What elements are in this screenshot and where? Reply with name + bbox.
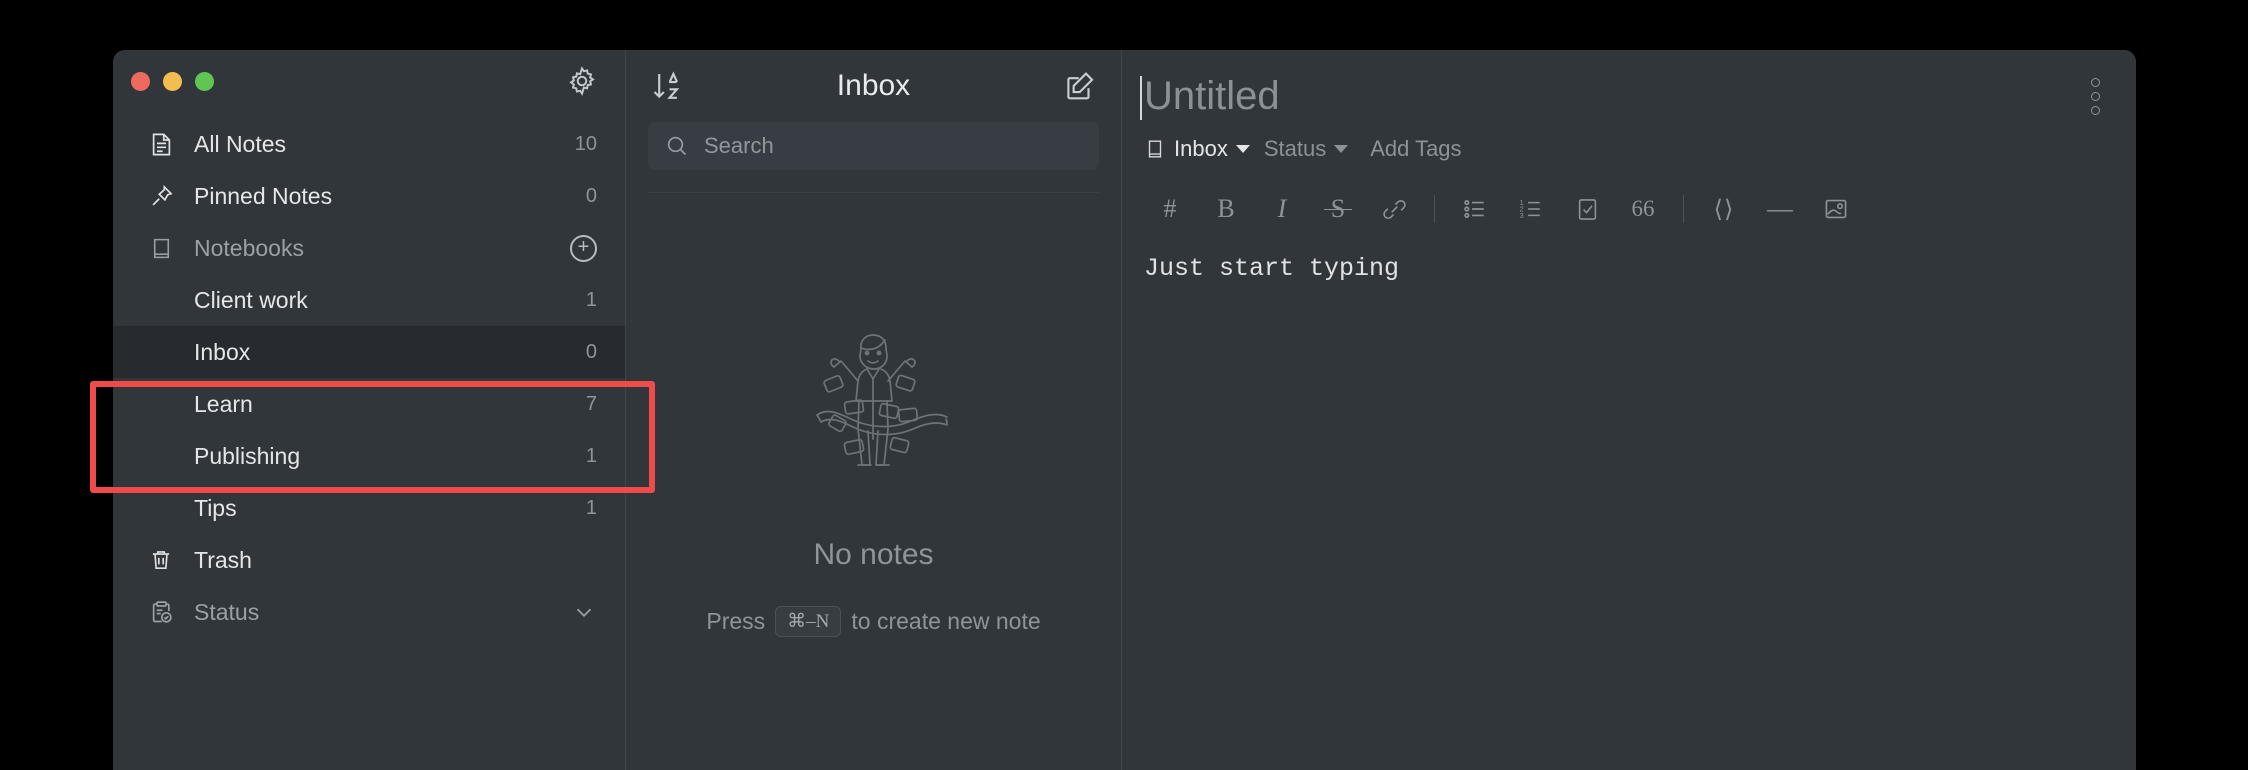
- document-icon: [146, 129, 176, 159]
- sidebar-item-count: 10: [575, 133, 597, 156]
- sidebar-topbar: [113, 50, 625, 112]
- kebab-dot: [2091, 78, 2100, 87]
- kebab-dot: [2091, 92, 2100, 101]
- add-notebook-button[interactable]: +: [570, 235, 597, 262]
- sidebar-item-count: 1: [577, 289, 597, 312]
- sidebar-item-tips[interactable]: Tips 1: [113, 482, 625, 534]
- more-vertical-icon[interactable]: [2091, 78, 2100, 115]
- kebab-dot: [2091, 106, 2100, 115]
- empty-hint-before: Press: [706, 608, 765, 635]
- sidebar-item-client-work[interactable]: Client work 1: [113, 274, 625, 326]
- empty-state-hint: Press ⌘–N to create new note: [706, 606, 1040, 637]
- strike-line: [1324, 209, 1352, 210]
- svg-text:3: 3: [1520, 211, 1524, 220]
- empty-state: No notes Press ⌘–N to create new note: [626, 193, 1121, 770]
- quote-icon[interactable]: 66: [1615, 188, 1671, 230]
- note-meta-row: Inbox Status Add Tags: [1140, 136, 2118, 162]
- note-body-placeholder[interactable]: Just start typing: [1140, 254, 2118, 283]
- sidebar-item-count: 1: [577, 497, 597, 520]
- search-box[interactable]: [648, 122, 1099, 170]
- editor-top: Untitled: [1140, 50, 2118, 120]
- sidebar-section-notebooks[interactable]: Notebooks +: [113, 222, 625, 274]
- close-window-button[interactable]: [131, 72, 150, 91]
- pin-icon: [146, 181, 176, 211]
- sidebar-item-label: Inbox: [194, 339, 577, 366]
- note-title-placeholder: Untitled: [1144, 74, 1280, 118]
- add-tags-label: Add Tags: [1370, 136, 1461, 162]
- sidebar-section-label: Status: [194, 599, 571, 626]
- numbered-list-icon[interactable]: 1 2 3: [1503, 188, 1559, 230]
- strikethrough-icon[interactable]: S: [1310, 188, 1366, 230]
- sidebar-item-inbox[interactable]: Inbox 0: [113, 326, 625, 378]
- text-caret: [1140, 76, 1142, 120]
- trash-icon: [146, 545, 176, 575]
- sidebar-item-label: Learn: [194, 391, 577, 418]
- add-tags-button[interactable]: Add Tags: [1370, 136, 1461, 162]
- note-notebook-selector[interactable]: Inbox: [1144, 136, 1250, 162]
- empty-state-title: No notes: [813, 538, 933, 572]
- sidebar-item-count: 0: [577, 341, 597, 364]
- sidebar-nav-list: All Notes 10 Pinned Notes 0: [113, 112, 625, 638]
- italic-icon[interactable]: I: [1254, 188, 1310, 230]
- bullet-list-icon[interactable]: [1447, 188, 1503, 230]
- search-input[interactable]: [704, 133, 1083, 159]
- search-wrapper: [626, 122, 1121, 193]
- checkbox-icon[interactable]: [1559, 188, 1615, 230]
- sidebar: All Notes 10 Pinned Notes 0: [113, 50, 626, 770]
- sidebar-item-label: All Notes: [194, 131, 575, 158]
- sidebar-item-label: Trash: [194, 547, 577, 574]
- sidebar-section-status[interactable]: Status: [113, 586, 625, 638]
- gear-icon[interactable]: [565, 64, 599, 98]
- note-title-input[interactable]: Untitled: [1140, 72, 1280, 120]
- note-notebook-label: Inbox: [1174, 136, 1228, 162]
- traffic-lights: [131, 72, 214, 91]
- sidebar-item-learn[interactable]: Learn 7: [113, 378, 625, 430]
- maximize-window-button[interactable]: [195, 72, 214, 91]
- note-status-selector[interactable]: Status: [1264, 136, 1348, 162]
- note-list-header: Inbox: [626, 50, 1121, 122]
- compose-note-icon[interactable]: [1061, 67, 1099, 105]
- sidebar-section-label: Notebooks: [194, 235, 570, 262]
- app-window: All Notes 10 Pinned Notes 0: [113, 50, 2136, 770]
- toolbar-separator: [1683, 195, 1684, 223]
- sidebar-item-label: Client work: [194, 287, 577, 314]
- sidebar-item-label: Publishing: [194, 443, 577, 470]
- sidebar-item-label: Tips: [194, 495, 577, 522]
- toolbar-separator: [1434, 195, 1435, 223]
- sidebar-item-trash[interactable]: Trash: [113, 534, 625, 586]
- person-celebrating-with-papers-illustration: [749, 317, 999, 512]
- clipboard-check-icon: [146, 597, 176, 627]
- sidebar-item-count: 7: [577, 393, 597, 416]
- link-icon[interactable]: [1366, 188, 1422, 230]
- horizontal-rule-icon[interactable]: —: [1752, 188, 1808, 230]
- chevron-down-icon: [1334, 145, 1348, 153]
- sidebar-item-count: 0: [577, 185, 597, 208]
- note-list-title: Inbox: [626, 69, 1121, 103]
- formatting-toolbar: # B I S: [1140, 188, 2118, 230]
- book-icon: [146, 233, 176, 263]
- note-status-label: Status: [1264, 136, 1326, 162]
- note-editor-panel: Untitled Inbox Status: [1122, 50, 2136, 770]
- empty-hint-after: to create new note: [851, 608, 1040, 635]
- image-icon[interactable]: [1808, 188, 1864, 230]
- minimize-window-button[interactable]: [163, 72, 182, 91]
- search-icon: [664, 133, 690, 159]
- sidebar-item-count: 1: [577, 445, 597, 468]
- chevron-down-icon: [1236, 145, 1250, 153]
- sidebar-item-publishing[interactable]: Publishing 1: [113, 430, 625, 482]
- bold-icon[interactable]: B: [1198, 188, 1254, 230]
- heading-icon[interactable]: #: [1142, 188, 1198, 230]
- book-icon: [1144, 138, 1166, 160]
- sidebar-item-label: Pinned Notes: [194, 183, 577, 210]
- sort-az-icon[interactable]: [648, 67, 686, 105]
- chevron-down-icon[interactable]: [571, 599, 597, 625]
- note-list-panel: Inbox: [626, 50, 1122, 770]
- sidebar-item-all-notes[interactable]: All Notes 10: [113, 118, 625, 170]
- code-icon[interactable]: ⟨⟩: [1696, 188, 1752, 230]
- sidebar-item-pinned-notes[interactable]: Pinned Notes 0: [113, 170, 625, 222]
- keyboard-shortcut-badge: ⌘–N: [775, 606, 841, 637]
